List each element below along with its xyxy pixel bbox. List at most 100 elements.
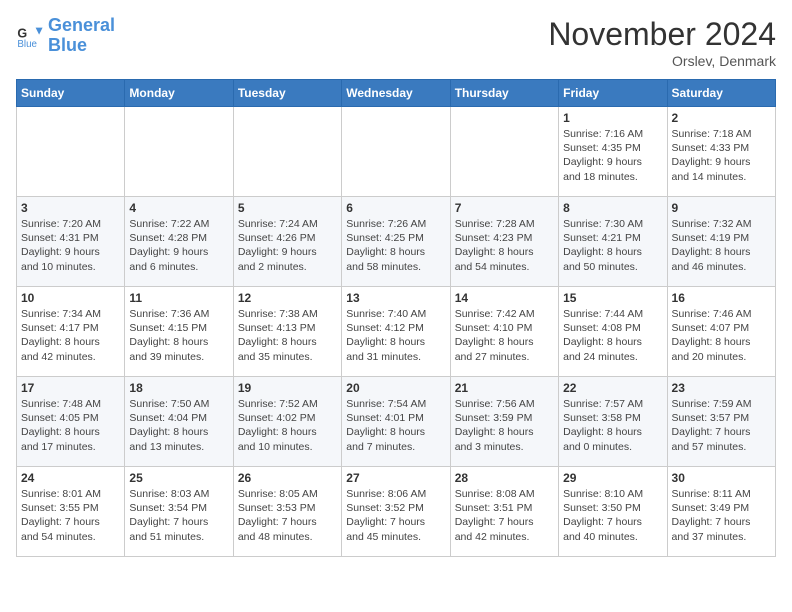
day-number: 29 bbox=[563, 471, 662, 485]
day-number: 23 bbox=[672, 381, 771, 395]
day-info: Sunrise: 8:08 AM Sunset: 3:51 PM Dayligh… bbox=[455, 487, 554, 544]
calendar-cell bbox=[233, 107, 341, 197]
month-title: November 2024 bbox=[548, 16, 776, 53]
logo-text-line2: Blue bbox=[48, 36, 115, 56]
col-header-monday: Monday bbox=[125, 80, 233, 107]
col-header-sunday: Sunday bbox=[17, 80, 125, 107]
day-info: Sunrise: 7:26 AM Sunset: 4:25 PM Dayligh… bbox=[346, 217, 445, 274]
day-info: Sunrise: 7:42 AM Sunset: 4:10 PM Dayligh… bbox=[455, 307, 554, 364]
calendar-cell: 10 Sunrise: 7:34 AM Sunset: 4:17 PM Dayli… bbox=[17, 287, 125, 377]
day-number: 1 bbox=[563, 111, 662, 125]
day-number: 5 bbox=[238, 201, 337, 215]
day-number: 8 bbox=[563, 201, 662, 215]
day-info: Sunrise: 8:06 AM Sunset: 3:52 PM Dayligh… bbox=[346, 487, 445, 544]
calendar-week-row: 10 Sunrise: 7:34 AM Sunset: 4:17 PM Dayli… bbox=[17, 287, 776, 377]
day-number: 19 bbox=[238, 381, 337, 395]
day-number: 13 bbox=[346, 291, 445, 305]
location: Orslev, Denmark bbox=[548, 53, 776, 69]
calendar-cell: 8 Sunrise: 7:30 AM Sunset: 4:21 PM Daylig… bbox=[559, 197, 667, 287]
day-number: 17 bbox=[21, 381, 120, 395]
day-info: Sunrise: 7:32 AM Sunset: 4:19 PM Dayligh… bbox=[672, 217, 771, 274]
day-number: 11 bbox=[129, 291, 228, 305]
col-header-wednesday: Wednesday bbox=[342, 80, 450, 107]
day-info: Sunrise: 7:44 AM Sunset: 4:08 PM Dayligh… bbox=[563, 307, 662, 364]
day-info: Sunrise: 7:22 AM Sunset: 4:28 PM Dayligh… bbox=[129, 217, 228, 274]
calendar-cell: 15Sunrise: 7:44 AM Sunset: 4:08 PM Dayli… bbox=[559, 287, 667, 377]
calendar-cell: 24 Sunrise: 8:01 AM Sunset: 3:55 PM Dayli… bbox=[17, 467, 125, 557]
calendar-cell: 2 Sunrise: 7:18 AM Sunset: 4:33 PM Daylig… bbox=[667, 107, 775, 197]
day-info: Sunrise: 7:50 AM Sunset: 4:04 PM Dayligh… bbox=[129, 397, 228, 454]
calendar-cell bbox=[17, 107, 125, 197]
day-info: Sunrise: 7:30 AM Sunset: 4:21 PM Dayligh… bbox=[563, 217, 662, 274]
day-number: 20 bbox=[346, 381, 445, 395]
day-info: Sunrise: 8:01 AM Sunset: 3:55 PM Dayligh… bbox=[21, 487, 120, 544]
logo: G Blue General Blue bbox=[16, 16, 115, 56]
calendar-cell: 9 Sunrise: 7:32 AM Sunset: 4:19 PM Daylig… bbox=[667, 197, 775, 287]
calendar-cell: 13 Sunrise: 7:40 AM Sunset: 4:12 PM Dayli… bbox=[342, 287, 450, 377]
calendar-cell: 4Sunrise: 7:22 AM Sunset: 4:28 PM Daylig… bbox=[125, 197, 233, 287]
col-header-friday: Friday bbox=[559, 80, 667, 107]
col-header-tuesday: Tuesday bbox=[233, 80, 341, 107]
day-info: Sunrise: 7:20 AM Sunset: 4:31 PM Dayligh… bbox=[21, 217, 120, 274]
day-info: Sunrise: 7:34 AM Sunset: 4:17 PM Dayligh… bbox=[21, 307, 120, 364]
calendar-cell: 19 Sunrise: 7:52 AM Sunset: 4:02 PM Dayli… bbox=[233, 377, 341, 467]
day-number: 26 bbox=[238, 471, 337, 485]
logo-text-line1: General bbox=[48, 16, 115, 36]
calendar-header-row: SundayMondayTuesdayWednesdayThursdayFrid… bbox=[17, 80, 776, 107]
calendar-cell bbox=[125, 107, 233, 197]
calendar-cell: 28 Sunrise: 8:08 AM Sunset: 3:51 PM Dayli… bbox=[450, 467, 558, 557]
day-info: Sunrise: 7:18 AM Sunset: 4:33 PM Dayligh… bbox=[672, 127, 771, 184]
day-number: 7 bbox=[455, 201, 554, 215]
day-number: 24 bbox=[21, 471, 120, 485]
day-info: Sunrise: 7:52 AM Sunset: 4:02 PM Dayligh… bbox=[238, 397, 337, 454]
day-info: Sunrise: 7:40 AM Sunset: 4:12 PM Dayligh… bbox=[346, 307, 445, 364]
calendar-cell: 16Sunrise: 7:46 AM Sunset: 4:07 PM Dayli… bbox=[667, 287, 775, 377]
day-info: Sunrise: 7:56 AM Sunset: 3:59 PM Dayligh… bbox=[455, 397, 554, 454]
calendar-cell bbox=[342, 107, 450, 197]
logo-icon: G Blue bbox=[16, 22, 44, 50]
calendar-week-row: 24 Sunrise: 8:01 AM Sunset: 3:55 PM Dayli… bbox=[17, 467, 776, 557]
calendar-cell: 11Sunrise: 7:36 AM Sunset: 4:15 PM Dayli… bbox=[125, 287, 233, 377]
day-info: Sunrise: 7:38 AM Sunset: 4:13 PM Dayligh… bbox=[238, 307, 337, 364]
day-number: 25 bbox=[129, 471, 228, 485]
calendar-cell: 25Sunrise: 8:03 AM Sunset: 3:54 PM Dayli… bbox=[125, 467, 233, 557]
day-number: 9 bbox=[672, 201, 771, 215]
day-number: 12 bbox=[238, 291, 337, 305]
calendar-cell: 12 Sunrise: 7:38 AM Sunset: 4:13 PM Dayli… bbox=[233, 287, 341, 377]
calendar-cell: 30 Sunrise: 8:11 AM Sunset: 3:49 PM Dayli… bbox=[667, 467, 775, 557]
day-info: Sunrise: 7:46 AM Sunset: 4:07 PM Dayligh… bbox=[672, 307, 771, 364]
col-header-thursday: Thursday bbox=[450, 80, 558, 107]
calendar-cell: 3Sunrise: 7:20 AM Sunset: 4:31 PM Daylig… bbox=[17, 197, 125, 287]
day-info: Sunrise: 8:10 AM Sunset: 3:50 PM Dayligh… bbox=[563, 487, 662, 544]
calendar-cell: 14Sunrise: 7:42 AM Sunset: 4:10 PM Dayli… bbox=[450, 287, 558, 377]
calendar-cell: 7Sunrise: 7:28 AM Sunset: 4:23 PM Daylig… bbox=[450, 197, 558, 287]
calendar-cell: 22Sunrise: 7:57 AM Sunset: 3:58 PM Dayli… bbox=[559, 377, 667, 467]
day-number: 2 bbox=[672, 111, 771, 125]
day-info: Sunrise: 7:48 AM Sunset: 4:05 PM Dayligh… bbox=[21, 397, 120, 454]
calendar-week-row: 3Sunrise: 7:20 AM Sunset: 4:31 PM Daylig… bbox=[17, 197, 776, 287]
calendar-cell: 27 Sunrise: 8:06 AM Sunset: 3:52 PM Dayli… bbox=[342, 467, 450, 557]
day-info: Sunrise: 7:59 AM Sunset: 3:57 PM Dayligh… bbox=[672, 397, 771, 454]
calendar-cell: 26Sunrise: 8:05 AM Sunset: 3:53 PM Dayli… bbox=[233, 467, 341, 557]
day-number: 18 bbox=[129, 381, 228, 395]
day-number: 22 bbox=[563, 381, 662, 395]
svg-text:Blue: Blue bbox=[17, 39, 37, 50]
title-section: November 2024 Orslev, Denmark bbox=[548, 16, 776, 69]
day-number: 10 bbox=[21, 291, 120, 305]
day-number: 6 bbox=[346, 201, 445, 215]
calendar-cell: 1 Sunrise: 7:16 AM Sunset: 4:35 PM Daylig… bbox=[559, 107, 667, 197]
calendar-cell: 5 Sunrise: 7:24 AM Sunset: 4:26 PM Daylig… bbox=[233, 197, 341, 287]
day-number: 28 bbox=[455, 471, 554, 485]
day-info: Sunrise: 7:24 AM Sunset: 4:26 PM Dayligh… bbox=[238, 217, 337, 274]
day-number: 27 bbox=[346, 471, 445, 485]
calendar-cell: 6 Sunrise: 7:26 AM Sunset: 4:25 PM Daylig… bbox=[342, 197, 450, 287]
calendar-table: SundayMondayTuesdayWednesdayThursdayFrid… bbox=[16, 79, 776, 557]
col-header-saturday: Saturday bbox=[667, 80, 775, 107]
day-info: Sunrise: 8:11 AM Sunset: 3:49 PM Dayligh… bbox=[672, 487, 771, 544]
day-number: 30 bbox=[672, 471, 771, 485]
calendar-cell: 17 Sunrise: 7:48 AM Sunset: 4:05 PM Dayli… bbox=[17, 377, 125, 467]
day-info: Sunrise: 7:16 AM Sunset: 4:35 PM Dayligh… bbox=[563, 127, 662, 184]
page-header: G Blue General Blue November 2024 Orslev… bbox=[16, 16, 776, 69]
calendar-cell: 20Sunrise: 7:54 AM Sunset: 4:01 PM Dayli… bbox=[342, 377, 450, 467]
calendar-cell: 18 Sunrise: 7:50 AM Sunset: 4:04 PM Dayli… bbox=[125, 377, 233, 467]
